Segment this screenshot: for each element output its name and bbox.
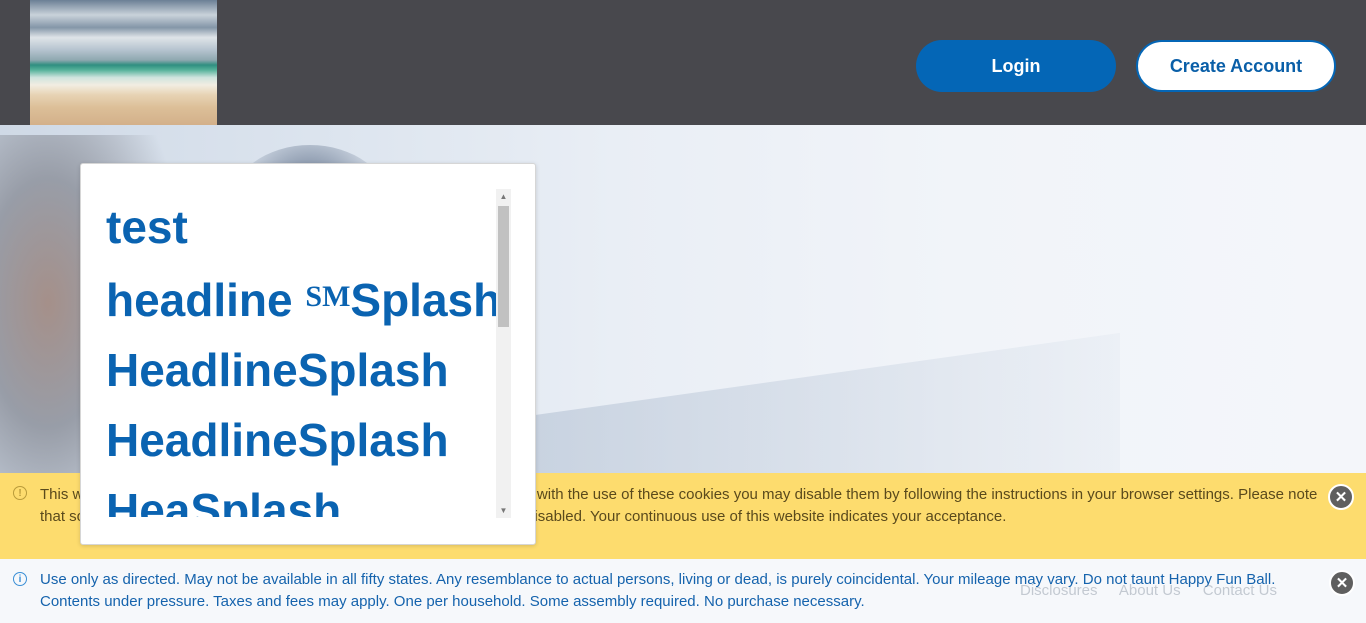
close-disclaimer-banner-button[interactable]: ✕: [1329, 570, 1355, 596]
footer-link-contact-us[interactable]: Contact Us: [1203, 582, 1277, 599]
scroll-down-arrow-icon[interactable]: ▼: [496, 503, 511, 518]
beach-logo-image[interactable]: [30, 0, 217, 125]
scroll-thumb[interactable]: [498, 206, 509, 327]
splash-line: headline SMSplash: [106, 262, 496, 335]
close-icon: ✕: [1335, 575, 1349, 592]
site-header: Login Create Account: [0, 0, 1366, 125]
create-account-button[interactable]: Create Account: [1136, 40, 1336, 92]
splash-scrollbar[interactable]: ▲ ▼: [496, 189, 511, 518]
splash-scroll-box[interactable]: test headline SMSplash HeadlineSplash He…: [80, 163, 536, 545]
service-mark: SM: [305, 280, 351, 313]
info-circle-icon: i: [13, 572, 27, 586]
info-circle-icon: !: [13, 486, 27, 500]
login-button[interactable]: Login: [916, 40, 1116, 92]
splash-line: test: [106, 201, 188, 253]
splash-line-suffix: Splash: [350, 274, 496, 326]
footer-link-about-us[interactable]: About Us: [1119, 582, 1181, 599]
close-icon: ✕: [1334, 489, 1348, 506]
footer-links: Disclosures About Us Contact Us: [1020, 582, 1295, 599]
splash-line: HeaSplash: [106, 484, 342, 517]
close-cookie-banner-button[interactable]: ✕: [1328, 484, 1354, 510]
splash-line-text: headline: [106, 274, 293, 326]
scroll-up-arrow-icon[interactable]: ▲: [496, 189, 511, 204]
footer-link-disclosures[interactable]: Disclosures: [1020, 582, 1098, 599]
splash-line: HeadlineSplash: [106, 414, 449, 466]
splash-content: test headline SMSplash HeadlineSplash He…: [106, 192, 496, 517]
splash-line: HeadlineSplash: [106, 344, 449, 396]
